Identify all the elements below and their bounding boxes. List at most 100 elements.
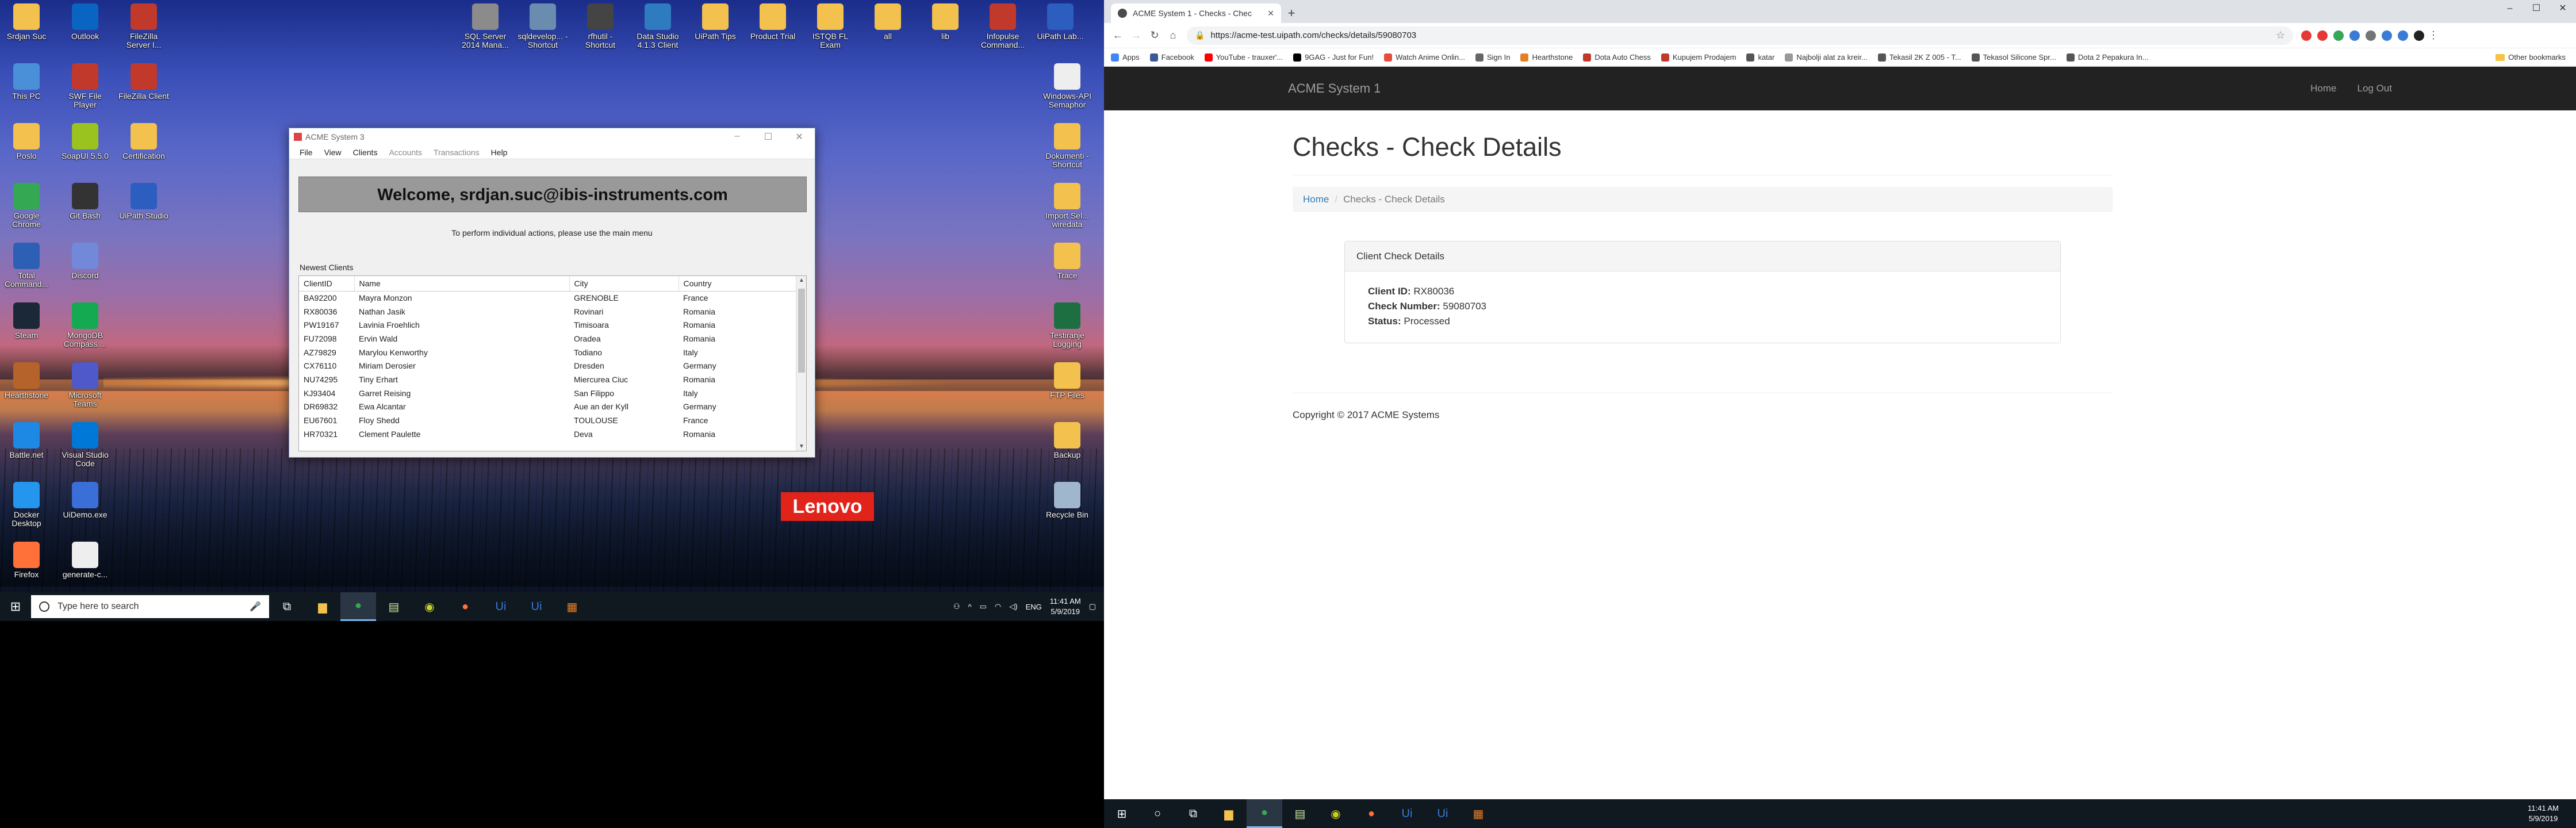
bookmark-item[interactable]: katar bbox=[1746, 53, 1774, 62]
cell-city[interactable]: Oradea bbox=[569, 332, 678, 346]
taskbar-search-box[interactable]: Type here to search 🎤 bbox=[31, 595, 269, 618]
cell-city[interactable]: San Filippo bbox=[569, 386, 678, 400]
desktop-shortcut[interactable]: Microsoft Teams bbox=[59, 362, 112, 408]
acme-app-icon[interactable]: ▦ bbox=[554, 592, 590, 621]
desktop-shortcut[interactable]: UiDemo.exe bbox=[59, 482, 112, 519]
table-row[interactable]: DR69832 Ewa Alcantar Aue an der Kyll German… bbox=[299, 400, 797, 414]
chrome-icon[interactable]: ● bbox=[340, 592, 376, 621]
desktop-shortcut[interactable]: SWF File Player bbox=[59, 63, 112, 109]
cell-name[interactable]: Nathan Jasik bbox=[354, 305, 569, 319]
bookmark-item[interactable]: Hearthstone bbox=[1520, 53, 1573, 62]
bookmark-item[interactable]: Dota 2 Pepakura In... bbox=[2066, 53, 2149, 62]
cell-clientid[interactable]: RX80036 bbox=[299, 305, 354, 319]
desktop-shortcut[interactable]: FileZilla Client bbox=[117, 63, 170, 101]
cell-country[interactable]: Italy bbox=[678, 346, 797, 359]
nav-logout-link[interactable]: Log Out bbox=[2358, 83, 2393, 94]
bookmark-item[interactable]: YouTube - trauxer'... bbox=[1204, 53, 1283, 62]
desktop-shortcut[interactable]: Windows-API Semaphor bbox=[1041, 63, 1094, 109]
cell-name[interactable]: Ervin Wald bbox=[354, 332, 569, 346]
col-header-name[interactable]: Name bbox=[354, 276, 570, 292]
cell-city[interactable]: TOULOUSE bbox=[569, 413, 678, 427]
cell-city[interactable]: Todiano bbox=[569, 346, 678, 359]
desktop-shortcut[interactable]: SoapUI 5.5.0 bbox=[59, 123, 112, 160]
cell-clientid[interactable]: NU74295 bbox=[299, 373, 354, 386]
extension-icon[interactable] bbox=[2317, 30, 2328, 41]
desktop-shortcut[interactable]: Testiranje Logging bbox=[1041, 302, 1094, 348]
desktop-shortcut[interactable]: UiPath Tips bbox=[689, 3, 742, 41]
table-row[interactable]: PW19167 Lavinia Froehlich Timisoara Romania bbox=[299, 318, 797, 332]
firefox-icon[interactable]: ● bbox=[447, 592, 483, 621]
cell-name[interactable]: Miriam Derosier bbox=[354, 359, 569, 373]
table-row[interactable]: RX80036 Nathan Jasik Rovinari Romania bbox=[299, 305, 797, 319]
table-row[interactable]: EU67601 Floy Shedd TOULOUSE France bbox=[299, 413, 797, 427]
extension-icon[interactable] bbox=[2301, 30, 2312, 41]
bookmark-item[interactable]: 9GAG - Just for Fun! bbox=[1293, 53, 1374, 62]
taskbar-clock[interactable]: 11:41 AM 5/9/2019 bbox=[2528, 803, 2576, 824]
desktop-shortcut[interactable]: Dokumenti - Shortcut bbox=[1041, 123, 1094, 169]
firefox-icon[interactable]: ● bbox=[1354, 799, 1389, 828]
cell-city[interactable]: Timisoara bbox=[569, 318, 678, 332]
cell-country[interactable]: Romania bbox=[678, 305, 797, 319]
cell-country[interactable]: Italy bbox=[678, 386, 797, 400]
notepad-icon[interactable]: ▤ bbox=[376, 592, 412, 621]
task-view-icon[interactable]: ⧉ bbox=[1175, 799, 1211, 828]
cell-name[interactable]: Garret Reising bbox=[354, 386, 569, 400]
soapui-icon[interactable]: ◉ bbox=[412, 592, 447, 621]
table-row[interactable]: CX76110 Miriam Derosier Dresden Germany bbox=[299, 359, 797, 373]
desktop-shortcut[interactable]: ISTQB FL Exam bbox=[804, 3, 857, 49]
bookmark-item[interactable]: Kupujem Prodajem bbox=[1661, 53, 1736, 62]
taskbar-clock[interactable]: 11:41 AM 5/9/2019 bbox=[1050, 596, 1081, 617]
desktop-shortcut[interactable]: FileZilla Server I... bbox=[117, 3, 170, 49]
cell-clientid[interactable]: PW19167 bbox=[299, 318, 354, 332]
menu-file[interactable]: File bbox=[294, 148, 319, 157]
desktop-shortcut[interactable]: UiPath Studio bbox=[117, 183, 170, 220]
desktop-shortcut[interactable]: Google Chrome bbox=[0, 183, 53, 229]
people-icon[interactable]: ⚇ bbox=[953, 602, 960, 611]
cell-name[interactable]: Marylou Kenworthy bbox=[354, 346, 569, 359]
network-icon[interactable]: ◠ bbox=[995, 602, 1001, 611]
bookmark-item[interactable]: Tekasil 2K Z 005 - T... bbox=[1877, 53, 1961, 62]
desktop-shortcut[interactable]: Total Command... bbox=[0, 243, 53, 289]
desktop-shortcut[interactable]: Outlook bbox=[59, 3, 112, 41]
cell-clientid[interactable]: EU67601 bbox=[299, 413, 354, 427]
cell-name[interactable]: Ewa Alcantar bbox=[354, 400, 569, 414]
cell-name[interactable]: Mayra Monzon bbox=[354, 291, 569, 305]
file-explorer-icon[interactable]: ▆ bbox=[305, 592, 340, 621]
cell-city[interactable]: Deva bbox=[569, 427, 678, 441]
extension-icon[interactable] bbox=[2366, 30, 2376, 41]
cell-country[interactable]: Romania bbox=[678, 427, 797, 441]
cell-clientid[interactable]: CX76110 bbox=[299, 359, 354, 373]
desktop-shortcut[interactable]: Import Sel... wiredata bbox=[1041, 183, 1094, 229]
table-row[interactable]: FU72098 Ervin Wald Oradea Romania bbox=[299, 332, 797, 346]
maximize-icon[interactable]: ☐ bbox=[753, 131, 784, 143]
cell-clientid[interactable]: BA92200 bbox=[299, 291, 354, 305]
notifications-icon[interactable]: ▢ bbox=[1089, 602, 1096, 611]
table-row[interactable]: AZ79829 Marylou Kenworthy Todiano Italy bbox=[299, 346, 797, 359]
cell-clientid[interactable]: AZ79829 bbox=[299, 346, 354, 359]
scroll-down-icon[interactable]: ▼ bbox=[796, 443, 806, 450]
acme-app-window[interactable]: ACME System 3 – ☐ ✕ File View Clients Ac… bbox=[289, 128, 815, 458]
microphone-icon[interactable]: 🎤 bbox=[250, 601, 261, 612]
soapui-icon[interactable]: ◉ bbox=[1318, 799, 1354, 828]
table-row[interactable]: BA92200 Mayra Monzon GRENOBLE France bbox=[299, 291, 797, 305]
acme-titlebar[interactable]: ACME System 3 – ☐ ✕ bbox=[289, 128, 815, 145]
menu-accounts[interactable]: Accounts bbox=[383, 148, 428, 157]
cell-name[interactable]: Tiny Erhart bbox=[354, 373, 569, 386]
tray-chevron-icon[interactable]: ^ bbox=[968, 603, 971, 611]
breadcrumb-home-link[interactable]: Home bbox=[1303, 194, 1329, 205]
scrollbar-thumb[interactable] bbox=[798, 289, 805, 373]
table-row[interactable]: NU74295 Tiny Erhart Miercurea Ciuc Romania bbox=[299, 373, 797, 386]
cell-country[interactable]: Germany bbox=[678, 400, 797, 414]
table-row[interactable]: HR70321 Clement Paulette Deva Romania bbox=[299, 427, 797, 441]
desktop-shortcut[interactable]: Visual Studio Code bbox=[59, 422, 112, 468]
notepad-icon[interactable]: ▤ bbox=[1282, 799, 1318, 828]
desktop-shortcut[interactable]: Data Studio 4.1.3 Client bbox=[631, 3, 684, 49]
bookmark-item[interactable]: Tekasol Silicone Spr... bbox=[1971, 53, 2056, 62]
desktop-shortcut[interactable]: Backup bbox=[1041, 422, 1094, 459]
cell-name[interactable]: Clement Paulette bbox=[354, 427, 569, 441]
extension-icon[interactable] bbox=[2398, 30, 2408, 41]
menu-help[interactable]: Help bbox=[485, 148, 513, 157]
cell-country[interactable]: Germany bbox=[678, 359, 797, 373]
desktop-shortcut[interactable]: sqldevelop... - Shortcut bbox=[516, 3, 569, 49]
desktop-shortcut[interactable]: This PC bbox=[0, 63, 53, 101]
